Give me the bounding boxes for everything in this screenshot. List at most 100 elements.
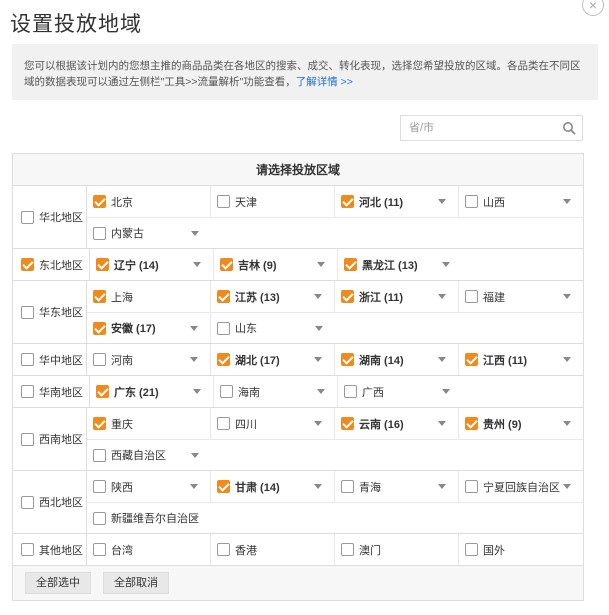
checkbox[interactable] — [465, 290, 478, 303]
checkbox[interactable] — [341, 353, 354, 366]
checkbox[interactable] — [465, 543, 478, 556]
search-icon[interactable] — [562, 121, 576, 135]
checkbox[interactable] — [21, 495, 34, 509]
province-checkbox-item[interactable]: 广东 (21) — [90, 376, 214, 407]
chevron-down-icon[interactable] — [317, 262, 325, 267]
checkbox[interactable] — [341, 290, 354, 303]
province-checkbox-item[interactable]: 重庆 — [87, 408, 211, 439]
province-checkbox-item[interactable]: 海南 — [214, 376, 338, 407]
region-checkbox-item[interactable]: 华东地区 — [13, 281, 87, 343]
checkbox[interactable] — [21, 543, 34, 556]
province-checkbox-item[interactable]: 贵州 (9) — [459, 408, 583, 439]
region-checkbox-item[interactable]: 西北地区 — [13, 471, 87, 533]
checkbox[interactable] — [93, 448, 106, 462]
chevron-down-icon[interactable] — [193, 389, 201, 394]
province-checkbox-item[interactable]: 浙江 (11) — [335, 281, 459, 312]
chevron-down-icon[interactable] — [438, 357, 446, 362]
checkbox[interactable] — [465, 480, 478, 493]
province-checkbox-item[interactable]: 江西 (11) — [459, 344, 583, 375]
chevron-down-icon[interactable] — [314, 294, 322, 299]
province-checkbox-item[interactable]: 澳门 — [335, 534, 459, 565]
chevron-down-icon[interactable] — [191, 516, 199, 521]
province-checkbox-item[interactable]: 四川 — [211, 408, 335, 439]
province-checkbox-item[interactable]: 青海 — [335, 471, 459, 502]
chevron-down-icon[interactable] — [191, 453, 199, 458]
region-checkbox-item[interactable]: 西南地区 — [13, 408, 87, 470]
checkbox[interactable] — [93, 226, 106, 240]
checkbox[interactable] — [93, 480, 106, 493]
checkbox[interactable] — [344, 258, 357, 271]
chevron-down-icon[interactable] — [315, 326, 323, 331]
checkbox[interactable] — [344, 385, 357, 398]
province-checkbox-item[interactable]: 山西 — [459, 186, 583, 217]
checkbox[interactable] — [217, 417, 230, 430]
checkbox[interactable] — [341, 417, 354, 430]
province-checkbox-item[interactable]: 陕西 — [87, 471, 211, 502]
learn-more-link[interactable]: 了解详情 >> — [296, 76, 353, 88]
chevron-down-icon[interactable] — [563, 357, 571, 362]
checkbox[interactable] — [220, 385, 233, 398]
province-checkbox-item[interactable]: 辽宁 (14) — [90, 249, 214, 280]
region-checkbox-item[interactable]: 华中地区 — [13, 344, 87, 375]
chevron-down-icon[interactable] — [314, 421, 322, 426]
province-checkbox-item[interactable]: 河南 — [87, 344, 211, 375]
select-all-button[interactable]: 全部选中 — [25, 572, 91, 594]
province-checkbox-item[interactable]: 河北 (11) — [335, 186, 459, 217]
chevron-down-icon[interactable] — [193, 262, 201, 267]
province-checkbox-item[interactable]: 江苏 (13) — [211, 281, 335, 312]
checkbox[interactable] — [93, 290, 106, 303]
checkbox[interactable] — [465, 195, 478, 208]
region-checkbox-item[interactable]: 华北地区 — [13, 186, 87, 248]
province-checkbox-item[interactable]: 北京 — [87, 186, 211, 217]
checkbox[interactable] — [93, 321, 106, 335]
checkbox[interactable] — [21, 258, 34, 271]
checkbox[interactable] — [21, 385, 34, 398]
deselect-all-button[interactable]: 全部取消 — [103, 572, 169, 594]
chevron-down-icon[interactable] — [438, 484, 446, 489]
checkbox[interactable] — [96, 385, 109, 398]
province-checkbox-item[interactable]: 云南 (16) — [335, 408, 459, 439]
chevron-down-icon[interactable] — [317, 389, 325, 394]
chevron-down-icon[interactable] — [438, 199, 446, 204]
chevron-down-icon[interactable] — [191, 231, 199, 236]
province-checkbox-item[interactable]: 新疆维吾尔自治区 — [87, 503, 211, 533]
region-checkbox-item[interactable]: 其他地区 — [13, 534, 87, 565]
checkbox[interactable] — [93, 417, 106, 430]
chevron-down-icon[interactable] — [314, 357, 322, 362]
checkbox[interactable] — [217, 480, 230, 493]
province-checkbox-item[interactable]: 湖南 (14) — [335, 344, 459, 375]
province-checkbox-item[interactable]: 山东 — [211, 313, 335, 343]
search-input[interactable] — [401, 116, 551, 140]
chevron-down-icon[interactable] — [190, 357, 198, 362]
checkbox[interactable] — [217, 321, 230, 335]
province-checkbox-item[interactable]: 内蒙古 — [87, 218, 211, 248]
checkbox[interactable] — [217, 353, 230, 366]
chevron-down-icon[interactable] — [438, 421, 446, 426]
province-checkbox-item[interactable]: 天津 — [211, 186, 335, 217]
province-checkbox-item[interactable]: 香港 — [211, 534, 335, 565]
province-checkbox-item[interactable]: 广西 — [338, 376, 462, 407]
province-checkbox-item[interactable]: 国外 — [459, 534, 583, 565]
province-checkbox-item[interactable]: 台湾 — [87, 534, 211, 565]
chevron-down-icon[interactable] — [563, 484, 571, 489]
checkbox[interactable] — [21, 210, 34, 224]
checkbox[interactable] — [96, 258, 109, 271]
checkbox[interactable] — [21, 353, 34, 366]
province-checkbox-item[interactable]: 安徽 (17) — [87, 313, 211, 343]
checkbox[interactable] — [21, 305, 34, 319]
province-checkbox-item[interactable]: 吉林 (9) — [214, 249, 338, 280]
chevron-down-icon[interactable] — [442, 262, 450, 267]
checkbox[interactable] — [93, 195, 106, 208]
chevron-down-icon[interactable] — [563, 199, 571, 204]
checkbox[interactable] — [220, 258, 233, 271]
checkbox[interactable] — [93, 543, 106, 556]
checkbox[interactable] — [217, 543, 230, 556]
chevron-down-icon[interactable] — [442, 389, 450, 394]
checkbox[interactable] — [465, 353, 478, 366]
chevron-down-icon[interactable] — [563, 294, 571, 299]
checkbox[interactable] — [465, 417, 478, 430]
province-checkbox-item[interactable]: 上海 — [87, 281, 211, 312]
province-checkbox-item[interactable]: 福建 — [459, 281, 583, 312]
checkbox[interactable] — [93, 353, 106, 366]
province-checkbox-item[interactable]: 宁夏回族自治区 — [459, 471, 583, 502]
